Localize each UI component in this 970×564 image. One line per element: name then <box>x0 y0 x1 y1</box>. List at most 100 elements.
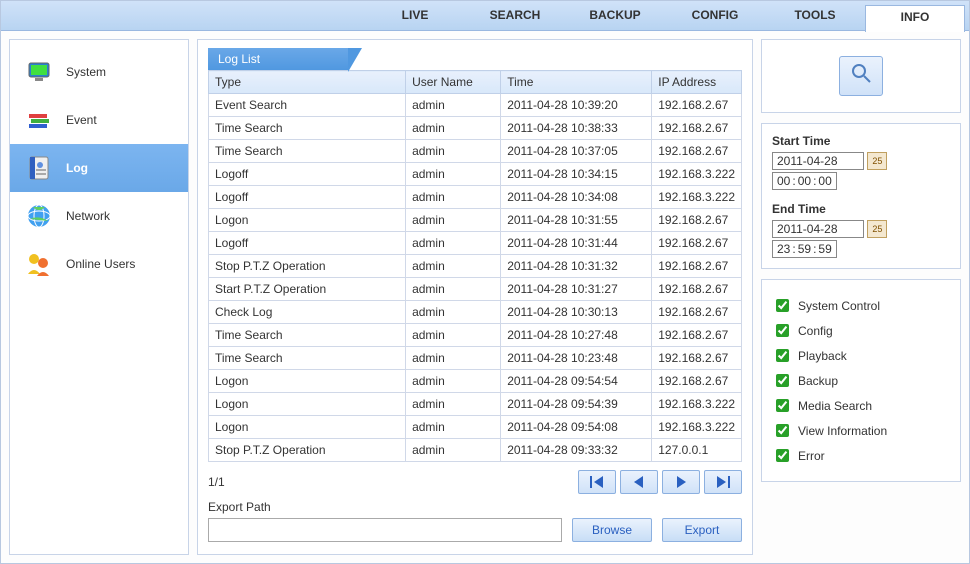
sidebar-item-label: Log <box>66 161 88 175</box>
start-mm[interactable]: 00 <box>796 174 813 188</box>
table-row[interactable]: Time Searchadmin2011-04-28 10:23:48192.1… <box>209 347 742 370</box>
table-row[interactable]: Start P.T.Z Operationadmin2011-04-28 10:… <box>209 278 742 301</box>
checkbox[interactable] <box>776 449 789 462</box>
checkbox[interactable] <box>776 424 789 437</box>
table-row[interactable]: Logoffadmin2011-04-28 10:31:44192.168.2.… <box>209 232 742 255</box>
cell-type: Logon <box>209 416 406 439</box>
sidebar-item-log[interactable]: Log <box>10 144 188 192</box>
table-row[interactable]: Time Searchadmin2011-04-28 10:38:33192.1… <box>209 117 742 140</box>
checkbox[interactable] <box>776 374 789 387</box>
end-time-label: End Time <box>772 202 950 216</box>
cell-type: Logon <box>209 209 406 232</box>
top-tab-backup[interactable]: BACKUP <box>565 1 665 30</box>
table-row[interactable]: Time Searchadmin2011-04-28 10:27:48192.1… <box>209 324 742 347</box>
end-date-picker-button[interactable]: 25 <box>867 220 887 238</box>
cell-ip: 192.168.2.67 <box>652 324 742 347</box>
cell-time: 2011-04-28 09:54:08 <box>501 416 652 439</box>
checkbox[interactable] <box>776 324 789 337</box>
cell-time: 2011-04-28 10:31:55 <box>501 209 652 232</box>
end-ss[interactable]: 59 <box>816 242 833 256</box>
table-row[interactable]: Logonadmin2011-04-28 09:54:08192.168.3.2… <box>209 416 742 439</box>
start-ss[interactable]: 00 <box>816 174 833 188</box>
table-row[interactable]: Logonadmin2011-04-28 09:54:54192.168.2.6… <box>209 370 742 393</box>
page-indicator: 1/1 <box>208 475 225 489</box>
checkbox-label: Backup <box>798 374 838 388</box>
sidebar-item-label: Online Users <box>66 257 135 271</box>
search-box <box>761 39 961 113</box>
cell-time: 2011-04-28 10:31:32 <box>501 255 652 278</box>
top-tab-config[interactable]: CONFIG <box>665 1 765 30</box>
category-filter-box: System Control Config Playback Backup Media … <box>761 279 961 482</box>
export-path-input[interactable] <box>208 518 562 542</box>
browse-button[interactable]: Browse <box>572 518 652 542</box>
cell-time: 2011-04-28 09:54:54 <box>501 370 652 393</box>
table-row[interactable]: Check Logadmin2011-04-28 10:30:13192.168… <box>209 301 742 324</box>
table-row[interactable]: Logoffadmin2011-04-28 10:34:15192.168.3.… <box>209 163 742 186</box>
end-date-input[interactable]: 2011-04-28 <box>772 220 864 238</box>
first-page-button[interactable] <box>578 470 616 494</box>
start-date-picker-button[interactable]: 25 <box>867 152 887 170</box>
start-hh[interactable]: 00 <box>775 174 792 188</box>
export-button[interactable]: Export <box>662 518 742 542</box>
network-icon <box>26 203 52 229</box>
cell-time: 2011-04-28 10:34:08 <box>501 186 652 209</box>
log-list-tab: Log List <box>208 48 348 70</box>
cell-ip: 192.168.2.67 <box>652 94 742 117</box>
top-tab-search[interactable]: SEARCH <box>465 1 565 30</box>
cell-type: Start P.T.Z Operation <box>209 278 406 301</box>
table-row[interactable]: Logonadmin2011-04-28 09:54:39192.168.3.2… <box>209 393 742 416</box>
checkbox-label: System Control <box>798 299 880 313</box>
search-button[interactable] <box>839 56 883 96</box>
cell-ip: 192.168.2.67 <box>652 347 742 370</box>
sidebar-item-system[interactable]: System <box>10 48 188 96</box>
checkbox[interactable] <box>776 349 789 362</box>
table-row[interactable]: Logoffadmin2011-04-28 10:34:08192.168.3.… <box>209 186 742 209</box>
content-area: SystemEvent Log Network Online Users Log Li… <box>1 31 969 563</box>
cell-ip: 192.168.2.67 <box>652 232 742 255</box>
cell-type: Time Search <box>209 117 406 140</box>
start-time-input[interactable]: 00:00:00 <box>772 172 837 190</box>
cell-ip: 192.168.2.67 <box>652 278 742 301</box>
sidebar-item-network[interactable]: Network <box>10 192 188 240</box>
category-checkbox-system-control[interactable]: System Control <box>772 296 950 315</box>
prev-page-button[interactable] <box>620 470 658 494</box>
top-tab-tools[interactable]: TOOLS <box>765 1 865 30</box>
table-row[interactable]: Stop P.T.Z Operationadmin2011-04-28 10:3… <box>209 255 742 278</box>
col-header-ip: IP Address <box>652 71 742 94</box>
cell-time: 2011-04-28 10:31:44 <box>501 232 652 255</box>
category-checkbox-view-information[interactable]: View Information <box>772 421 950 440</box>
sidebar-item-online-users[interactable]: Online Users <box>10 240 188 288</box>
end-mm[interactable]: 59 <box>796 242 813 256</box>
cell-time: 2011-04-28 10:39:20 <box>501 94 652 117</box>
table-row[interactable]: Logonadmin2011-04-28 10:31:55192.168.2.6… <box>209 209 742 232</box>
col-header-user: User Name <box>406 71 501 94</box>
table-row[interactable]: Stop P.T.Z Operationadmin2011-04-28 09:3… <box>209 439 742 462</box>
table-row[interactable]: Time Searchadmin2011-04-28 10:37:05192.1… <box>209 140 742 163</box>
checkbox[interactable] <box>776 399 789 412</box>
app-window: LIVESEARCHBACKUPCONFIGTOOLSINFO SystemEv… <box>0 0 970 564</box>
table-row[interactable]: Event Searchadmin2011-04-28 10:39:20192.… <box>209 94 742 117</box>
category-checkbox-error[interactable]: Error <box>772 446 950 465</box>
start-date-input[interactable]: 2011-04-28 <box>772 152 864 170</box>
last-page-button[interactable] <box>704 470 742 494</box>
end-time-input[interactable]: 23:59:59 <box>772 240 837 258</box>
cell-type: Check Log <box>209 301 406 324</box>
cell-ip: 192.168.3.222 <box>652 163 742 186</box>
top-tab-info[interactable]: INFO <box>865 5 965 32</box>
category-checkbox-media-search[interactable]: Media Search <box>772 396 950 415</box>
top-tab-live[interactable]: LIVE <box>365 1 465 30</box>
category-checkbox-backup[interactable]: Backup <box>772 371 950 390</box>
category-checkbox-config[interactable]: Config <box>772 321 950 340</box>
sidebar-item-event[interactable]: Event <box>10 96 188 144</box>
system-icon <box>26 59 52 85</box>
cell-type: Time Search <box>209 140 406 163</box>
online-users-icon <box>26 251 52 277</box>
category-checkbox-playback[interactable]: Playback <box>772 346 950 365</box>
col-header-type: Type <box>209 71 406 94</box>
end-hh[interactable]: 23 <box>775 242 792 256</box>
checkbox[interactable] <box>776 299 789 312</box>
sidebar: SystemEvent Log Network Online Users <box>9 39 189 555</box>
cell-user: admin <box>406 163 501 186</box>
next-page-button[interactable] <box>662 470 700 494</box>
cell-user: admin <box>406 416 501 439</box>
